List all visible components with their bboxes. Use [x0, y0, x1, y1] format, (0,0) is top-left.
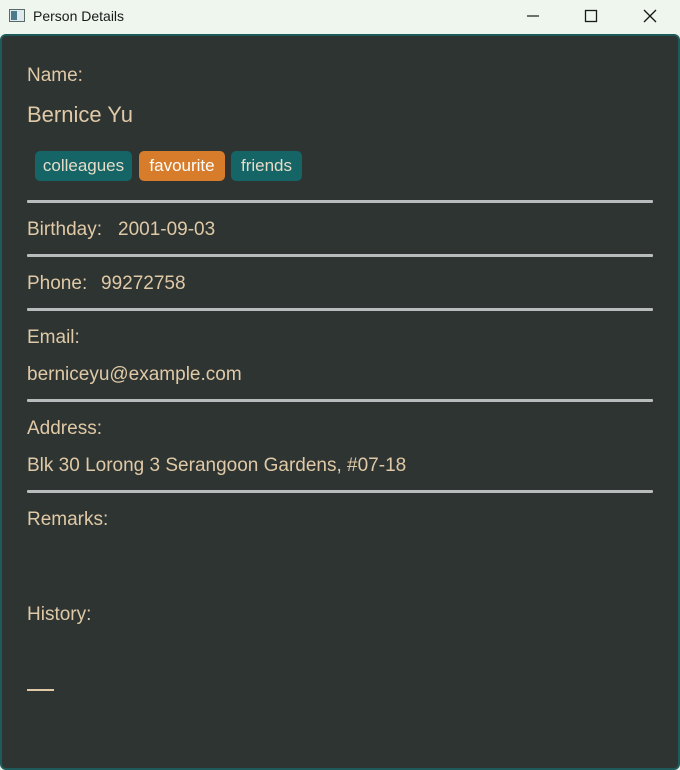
email-label: Email:	[27, 327, 80, 348]
minimize-icon	[527, 15, 539, 17]
close-button[interactable]	[621, 0, 679, 32]
remarks-label: Remarks:	[27, 509, 109, 530]
minimize-button[interactable]	[504, 0, 562, 32]
tag-favourite: favourite	[139, 151, 225, 181]
divider	[27, 490, 653, 493]
tag-colleagues: colleagues	[35, 151, 132, 181]
address-label: Address:	[27, 418, 102, 439]
title-bar: Person Details	[0, 0, 680, 34]
phone-label: Phone:	[27, 273, 88, 294]
birthday-label: Birthday:	[27, 219, 102, 240]
maximize-icon	[584, 9, 598, 23]
email-value: berniceyu@example.com	[27, 364, 242, 385]
birthday-value: 2001-09-03	[118, 219, 216, 240]
person-details-panel	[0, 34, 680, 770]
divider	[27, 254, 653, 257]
phone-value: 99272758	[101, 273, 186, 294]
maximize-button[interactable]	[562, 0, 620, 32]
window-title: Person Details	[33, 8, 125, 24]
divider	[27, 200, 653, 203]
divider	[27, 399, 653, 402]
history-label: History:	[27, 604, 92, 625]
window-app-icon	[9, 9, 25, 22]
address-value: Blk 30 Lorong 3 Serangoon Gardens, #07-1…	[27, 455, 407, 476]
divider	[27, 308, 653, 311]
tag-friends: friends	[231, 151, 302, 181]
close-icon	[643, 9, 657, 23]
name-label: Name:	[27, 65, 83, 86]
person-name: Bernice Yu	[27, 102, 134, 127]
history-placeholder-line	[27, 689, 54, 691]
